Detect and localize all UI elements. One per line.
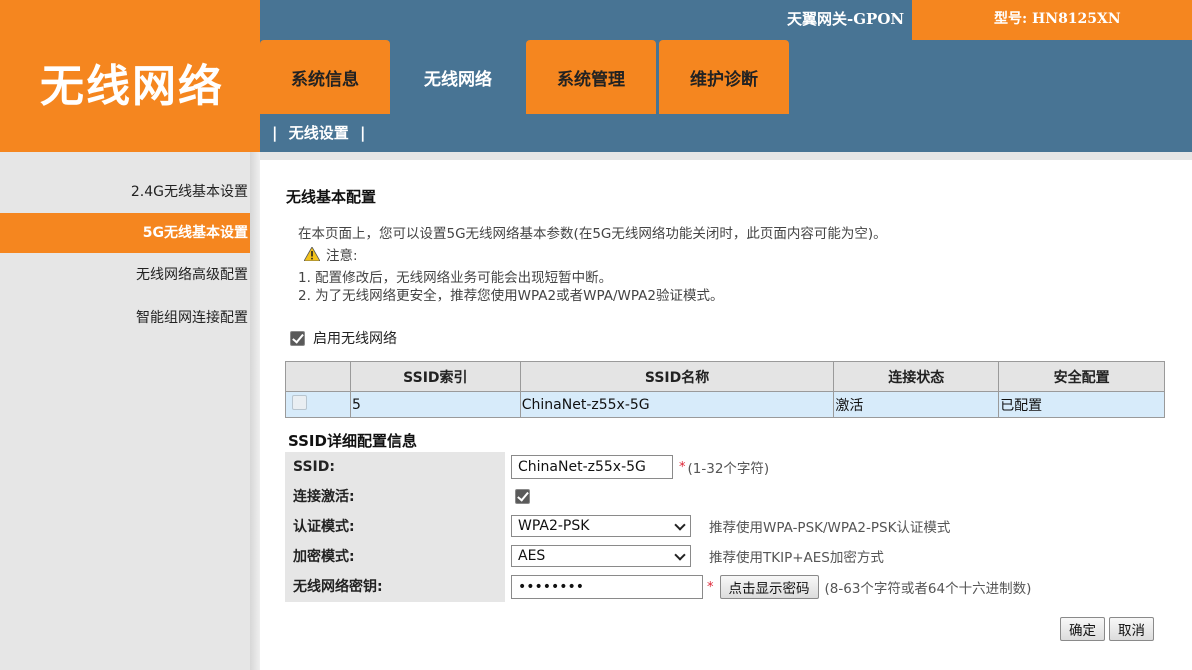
table-cell-name: ChinaNet-z55x-5G	[519, 391, 835, 418]
logo-block: 无线网络	[0, 0, 260, 152]
main-content: 无线基本配置 在本页面上，您可以设置5G无线网络基本参数(在5G无线网络功能关闭…	[260, 152, 1192, 670]
sub-nav-bar: | 无线设置 |	[260, 114, 1192, 152]
table-header-row: SSID索引 SSID名称 连接状态 安全配置	[285, 361, 1165, 392]
show-password-button[interactable]: 点击显示密码	[719, 575, 819, 599]
warning-icon	[304, 247, 320, 261]
table-header-name: SSID名称	[519, 361, 835, 392]
table-row[interactable]: 5 ChinaNet-z55x-5G 激活 已配置	[285, 391, 1165, 418]
sidebar: 2.4G无线基本设置 5G无线基本设置 无线网络高级配置 智能组网连接配置	[0, 152, 260, 670]
sub-nav-item-label: 无线设置	[288, 124, 349, 142]
ok-button[interactable]: 确定	[1060, 617, 1105, 641]
model-box: 型号: HN8125XN	[912, 0, 1192, 40]
ssid-control: * (1-32个字符)	[511, 455, 769, 479]
main-tabs: 系统信息 无线网络 系统管理 维护诊断	[260, 40, 1192, 114]
key-label: 无线网络密钥:	[285, 572, 505, 602]
sub-nav-item[interactable]: | 无线设置 |	[272, 114, 365, 152]
sidebar-item-24g[interactable]: 2.4G无线基本设置	[0, 172, 250, 212]
tip-1: 1. 配置修改后，无线网络业务可能会出现短暂中断。	[298, 270, 613, 286]
enable-wireless-row: 启用无线网络	[290, 328, 397, 348]
sub-nav-separator: |	[272, 124, 278, 142]
auth-label: 认证模式:	[285, 512, 505, 542]
auth-mode-select[interactable]: WPA2-PSK	[511, 515, 691, 537]
enable-wireless-label: 启用无线网络	[313, 331, 397, 347]
required-mark: *	[707, 579, 714, 595]
encryption-row: 加密模式: AES 推荐使用TKIP+AES加密方式	[285, 542, 1165, 572]
brand-name: 天翼网关-GPON	[787, 10, 905, 28]
cancel-button[interactable]: 取消	[1109, 617, 1154, 641]
tab-wireless[interactable]: 无线网络	[393, 40, 523, 114]
encryption-control: AES 推荐使用TKIP+AES加密方式	[511, 545, 884, 567]
sidebar-shadow	[250, 152, 260, 670]
tip-2: 2. 为了无线网络更安全，推荐您使用WPA2或者WPA/WPA2验证模式。	[298, 288, 724, 304]
table-header-security: 安全配置	[998, 361, 1165, 392]
required-mark: *	[679, 459, 686, 475]
row-select-checkbox[interactable]	[292, 395, 307, 410]
sub-nav-separator: |	[359, 124, 366, 142]
top-bar: 天翼网关-GPON 型号: HN8125XN	[260, 0, 1192, 40]
sub-nav-inner: | 无线设置 |	[260, 114, 1192, 152]
auth-hint: 推荐使用WPA-PSK/WPA2-PSK认证模式	[709, 520, 951, 536]
ssid-label: SSID:	[285, 452, 505, 482]
tab-maintenance[interactable]: 维护诊断	[659, 40, 789, 114]
active-checkbox[interactable]	[515, 489, 530, 504]
auth-row: 认证模式: WPA2-PSK 推荐使用WPA-PSK/WPA2-PSK认证模式	[285, 512, 1165, 542]
table-header-index: SSID索引	[349, 361, 521, 392]
table-cell-index: 5	[349, 391, 521, 418]
key-row: 无线网络密钥: * 点击显示密码 (8-63个字符或者64个十六进制数)	[285, 572, 1165, 602]
wireless-key-input[interactable]	[511, 575, 703, 599]
table-cell-select	[285, 391, 351, 418]
active-row: 连接激活:	[285, 482, 1165, 512]
table-cell-security: 已配置	[998, 391, 1165, 418]
page-title: 无线基本配置	[286, 188, 377, 206]
sidebar-item-5g[interactable]: 5G无线基本设置	[0, 213, 250, 253]
encryption-label: 加密模式:	[285, 542, 505, 572]
table-cell-status: 激活	[833, 391, 1000, 418]
tab-system-management[interactable]: 系统管理	[526, 40, 656, 114]
table-header-select	[285, 361, 351, 392]
ssid-input[interactable]	[511, 455, 673, 479]
ssid-hint: (1-32个字符)	[687, 461, 770, 477]
model-label: 型号: HN8125XN	[994, 11, 1121, 27]
encryption-hint: 推荐使用TKIP+AES加密方式	[709, 550, 884, 566]
sidebar-item-mesh[interactable]: 智能组网连接配置	[0, 298, 250, 338]
active-control	[515, 489, 530, 504]
ssid-detail-title: SSID详细配置信息	[288, 432, 417, 450]
tab-system-info[interactable]: 系统信息	[260, 40, 390, 114]
active-label: 连接激活:	[285, 482, 505, 512]
key-hint: (8-63个字符或者64个十六进制数)	[824, 581, 1032, 597]
note-header: 注意:	[304, 244, 358, 264]
enable-wireless-checkbox[interactable]	[290, 330, 305, 346]
ssid-row: SSID: * (1-32个字符)	[285, 452, 1165, 482]
key-control: * 点击显示密码 (8-63个字符或者64个十六进制数)	[511, 575, 1031, 599]
form-actions: 确定 取消	[1060, 617, 1154, 641]
page-description: 在本页面上，您可以设置5G无线网络基本参数(在5G无线网络功能关闭时，此页面内容…	[298, 226, 887, 242]
auth-control: WPA2-PSK 推荐使用WPA-PSK/WPA2-PSK认证模式	[511, 515, 950, 537]
note-label: 注意:	[326, 248, 358, 264]
ssid-table: SSID索引 SSID名称 连接状态 安全配置 5 ChinaNet-z55x-…	[285, 361, 1165, 418]
table-header-status: 连接状态	[833, 361, 1000, 392]
logo-text: 无线网络	[40, 61, 224, 112]
encryption-mode-select[interactable]: AES	[511, 545, 691, 567]
sidebar-item-advanced[interactable]: 无线网络高级配置	[0, 255, 250, 295]
